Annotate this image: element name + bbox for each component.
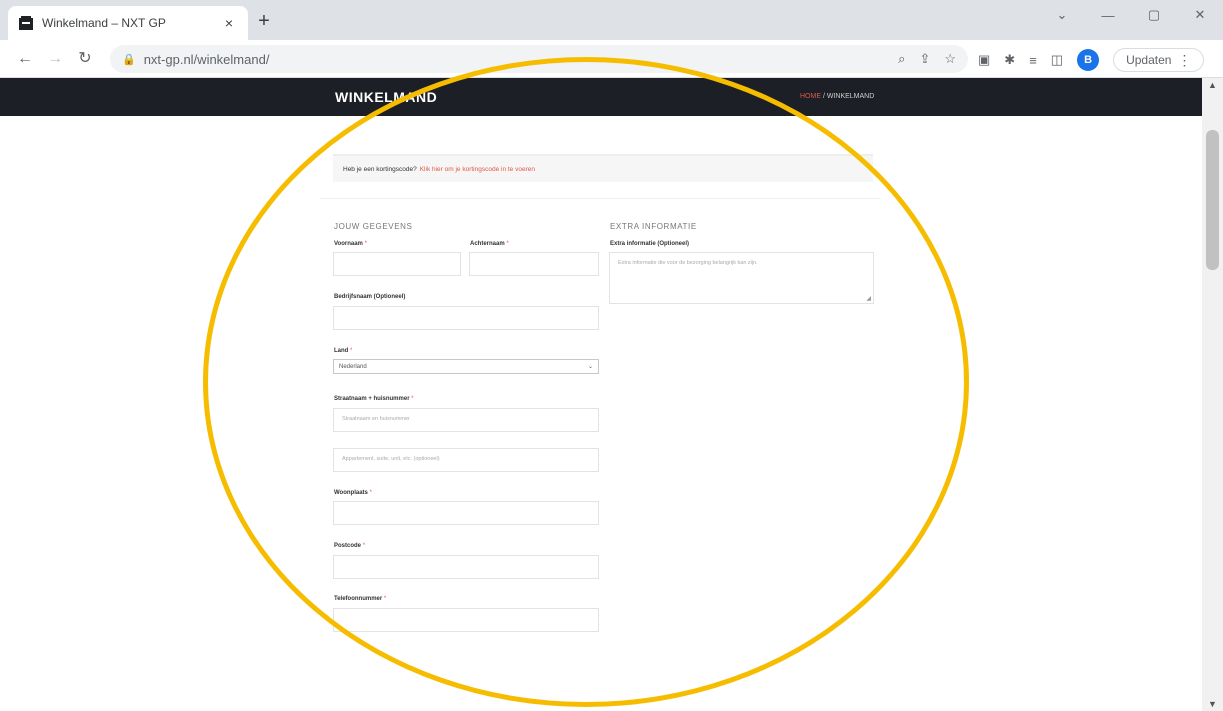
tab-search-icon[interactable]: ⌄ — [1039, 0, 1085, 30]
coupon-notice: Heb je een kortingscode? Klik hier om je… — [333, 154, 873, 182]
media-icon[interactable]: ≡ — [1029, 53, 1037, 68]
street-label: Straatnaam + huisnummer * — [334, 396, 414, 402]
resize-grip-icon[interactable]: ◢ — [866, 295, 871, 302]
required-mark: * — [383, 596, 387, 602]
reload-icon[interactable]: ↻ — [74, 49, 96, 71]
page-viewport: WINKELMAND HOME / WINKELMAND Heb je een … — [0, 78, 1202, 711]
phone-label-text: Telefoonnummer — [334, 596, 383, 602]
required-mark: * — [411, 396, 414, 402]
postcode-label: Postcode * — [334, 543, 365, 549]
required-mark: * — [369, 490, 372, 496]
city-label-text: Woonplaats — [334, 490, 368, 496]
page-title: WINKELMAND — [335, 89, 438, 105]
chevron-down-icon: ⌄ — [587, 364, 593, 370]
divider — [320, 198, 880, 199]
phone-input[interactable] — [333, 608, 599, 632]
required-mark: * — [350, 348, 353, 354]
restore-button[interactable]: ▢ — [1131, 0, 1177, 30]
lock-icon: 🔒 — [122, 53, 136, 66]
country-label: Land * — [334, 348, 352, 354]
browser-tab[interactable]: Winkelmand – NXT GP × — [8, 6, 248, 40]
close-window-button[interactable]: ✕ — [1177, 0, 1223, 30]
breadcrumb-home-link[interactable]: HOME — [800, 93, 821, 100]
first-name-input[interactable] — [333, 252, 461, 276]
required-mark: * — [506, 241, 509, 247]
company-label: Bedrijfsnaam (Optioneel) — [334, 294, 406, 300]
first-name-label: Voornaam * — [334, 241, 367, 247]
first-name-label-text: Voornaam — [334, 241, 363, 247]
scroll-down-arrow-icon[interactable]: ▼ — [1208, 699, 1217, 709]
page-scrollbar[interactable]: ▲ ▼ — [1202, 78, 1223, 711]
back-arrow-icon[interactable]: ← — [14, 49, 36, 71]
street-input[interactable]: Straatnaam en huisnummer — [333, 408, 599, 432]
profile-avatar[interactable]: B — [1077, 49, 1100, 71]
scroll-up-arrow-icon[interactable]: ▲ — [1208, 80, 1217, 90]
scrollbar-thumb[interactable] — [1206, 130, 1219, 270]
share-icon[interactable]: ⇪ — [919, 51, 930, 67]
url-text[interactable]: nxt-gp.nl/winkelmand/ — [144, 52, 898, 67]
country-select[interactable]: Nederland ⌄ — [333, 359, 599, 374]
tab-close-icon[interactable]: × — [220, 15, 238, 31]
site-favicon-icon — [19, 16, 33, 30]
zoom-icon[interactable]: ⌕ — [898, 51, 905, 67]
last-name-label: Achternaam * — [470, 241, 509, 247]
last-name-input[interactable] — [469, 252, 599, 276]
country-label-text: Land — [334, 348, 349, 354]
new-tab-button[interactable]: + — [252, 10, 276, 34]
tab-title: Winkelmand – NXT GP — [42, 16, 166, 30]
extensions-puzzle-icon[interactable]: ✱ — [1004, 52, 1015, 68]
extension-icon[interactable]: ▣ — [978, 52, 990, 68]
window-controls: ⌄ — ▢ ✕ — [1039, 0, 1223, 30]
billing-section-title: JOUW GEGEVENS — [334, 222, 413, 231]
update-label: Updaten — [1126, 53, 1172, 67]
city-input[interactable] — [333, 501, 599, 525]
side-panel-icon[interactable]: ◫ — [1051, 52, 1063, 68]
update-button[interactable]: Updaten ⋮ — [1113, 48, 1205, 72]
extra-section-title: EXTRA INFORMATIE — [610, 222, 697, 231]
required-mark: * — [364, 241, 367, 247]
phone-label: Telefoonnummer * — [334, 596, 386, 602]
browser-tabstrip: Winkelmand – NXT GP × + ⌄ — ▢ ✕ — [0, 0, 1223, 40]
notes-label: Extra informatie (Optioneel) — [610, 241, 690, 247]
required-mark: * — [362, 543, 366, 549]
street2-input[interactable]: Appartement, suite, unit, etc. (optionee… — [333, 448, 599, 472]
breadcrumb-current: WINKELMAND — [826, 93, 875, 100]
notes-textarea[interactable]: Extra informatie die voor de bezorging b… — [609, 252, 874, 304]
address-bar[interactable]: 🔒 nxt-gp.nl/winkelmand/ ⌕ ⇪ ☆ — [110, 45, 968, 73]
postcode-label-text: Postcode — [334, 543, 362, 549]
last-name-label-text: Achternaam — [470, 241, 505, 247]
postcode-input[interactable] — [333, 555, 599, 579]
forward-arrow-icon[interactable]: → — [44, 49, 66, 71]
city-label: Woonplaats * — [334, 490, 372, 496]
notes-placeholder: Extra informatie die voor de bezorging b… — [618, 260, 758, 266]
breadcrumb: HOME / WINKELMAND — [800, 93, 874, 100]
browser-toolbar: ← → ↻ 🔒 nxt-gp.nl/winkelmand/ ⌕ ⇪ ☆ ▣ ✱ … — [0, 40, 1223, 78]
coupon-question: Heb je een kortingscode? — [343, 165, 417, 173]
bookmark-star-icon[interactable]: ☆ — [944, 51, 956, 67]
site-header: WINKELMAND HOME / WINKELMAND — [0, 78, 1202, 116]
more-menu-icon: ⋮ — [1177, 51, 1192, 68]
company-input[interactable] — [333, 306, 599, 330]
minimize-button[interactable]: — — [1085, 0, 1131, 30]
coupon-link[interactable]: Klik hier om je kortingscode in te voere… — [420, 166, 535, 173]
street-label-text: Straatnaam + huisnummer — [334, 396, 410, 402]
country-select-value: Nederland — [339, 363, 367, 370]
